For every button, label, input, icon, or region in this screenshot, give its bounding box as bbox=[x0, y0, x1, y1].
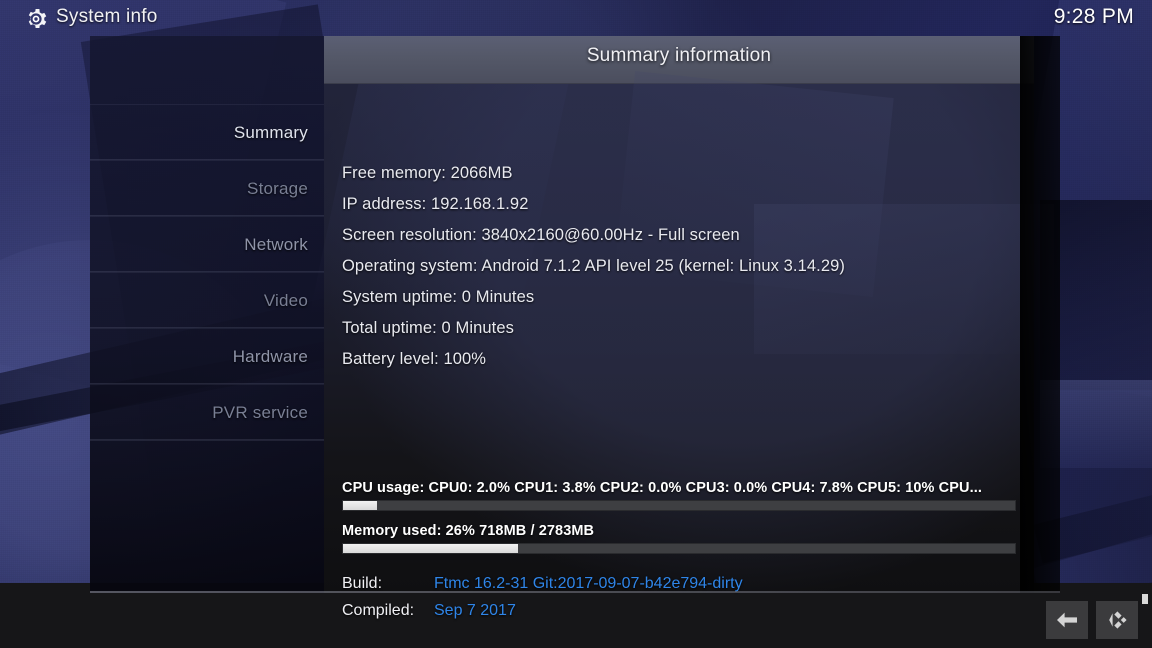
scroll-caret-icon bbox=[1142, 594, 1148, 604]
summary-info-list: Free memory: 2066MB IP address: 192.168.… bbox=[342, 158, 845, 375]
top-bar: System info 9:28 PM bbox=[0, 0, 1152, 38]
sidebar-item-pvr-service[interactable]: PVR service bbox=[90, 384, 324, 440]
content-panel: Summary information Free memory: 2066MB … bbox=[309, 36, 1054, 619]
info-line-free-memory: Free memory: 2066MB bbox=[342, 164, 513, 182]
content-body: Free memory: 2066MB IP address: 192.168.… bbox=[309, 70, 1054, 619]
info-line-battery-level: Battery level: 100% bbox=[342, 350, 487, 368]
memory-used-label: Memory used: 26% 718MB / 2783MB bbox=[342, 523, 595, 539]
info-line-total-uptime: Total uptime: 0 Minutes bbox=[342, 319, 514, 337]
compiled-row: Compiled: Sep 7 2017 bbox=[342, 597, 743, 624]
content-header-title: Summary information bbox=[586, 45, 772, 66]
navigation-buttons bbox=[1046, 601, 1138, 639]
screen: System info 9:28 PM Summary Storage Netw… bbox=[0, 0, 1152, 648]
sidebar-top-spacer bbox=[90, 36, 324, 104]
cpu-usage-bar-fill bbox=[343, 501, 377, 510]
compiled-value: Sep 7 2017 bbox=[434, 602, 516, 619]
sidebar-item-label: PVR service bbox=[212, 403, 308, 422]
resource-meters: CPU usage: CPU0: 2.0% CPU1: 3.8% CPU2: 0… bbox=[342, 480, 1016, 554]
page-title: System info bbox=[56, 6, 158, 27]
info-line-screen-resolution: Screen resolution: 3840x2160@60.00Hz - F… bbox=[342, 226, 740, 244]
info-line-system-uptime: System uptime: 0 Minutes bbox=[342, 288, 535, 306]
home-button[interactable] bbox=[1096, 601, 1138, 639]
sidebar-item-network[interactable]: Network bbox=[90, 216, 324, 272]
sidebar-item-storage[interactable]: Storage bbox=[90, 160, 324, 216]
sidebar-item-label: Storage bbox=[247, 179, 308, 198]
system-info-dialog: Summary Storage Network Video Hardware P… bbox=[90, 36, 1060, 619]
sidebar-item-summary[interactable]: Summary bbox=[90, 104, 324, 160]
sidebar-item-label: Summary bbox=[233, 123, 308, 142]
cpu-usage-label: CPU usage: CPU0: 2.0% CPU1: 3.8% CPU2: 0… bbox=[342, 480, 982, 496]
memory-used-bar bbox=[342, 543, 1016, 554]
gear-icon bbox=[24, 7, 48, 31]
category-sidebar: Summary Storage Network Video Hardware P… bbox=[90, 36, 324, 593]
info-line-operating-system: Operating system: Android 7.1.2 API leve… bbox=[342, 257, 845, 275]
back-button[interactable] bbox=[1046, 601, 1088, 639]
build-value: Ftmc 16.2-31 Git:2017-09-07-b42e794-dirt… bbox=[434, 575, 743, 592]
kodi-logo-icon bbox=[1109, 611, 1127, 629]
cpu-usage-bar bbox=[342, 500, 1016, 511]
sidebar-item-label: Network bbox=[244, 235, 308, 254]
sidebar-bottom-spacer bbox=[90, 440, 324, 560]
compiled-label: Compiled: bbox=[342, 602, 415, 619]
dialog-edge-shadow bbox=[1020, 36, 1060, 593]
back-arrow-icon bbox=[1057, 612, 1077, 628]
info-line-ip-address: IP address: 192.168.1.92 bbox=[342, 195, 529, 213]
sidebar-item-video[interactable]: Video bbox=[90, 272, 324, 328]
sidebar-item-hardware[interactable]: Hardware bbox=[90, 328, 324, 384]
clock: 9:28 PM bbox=[1053, 5, 1134, 28]
build-info: Build: Ftmc 16.2-31 Git:2017-09-07-b42e79… bbox=[342, 570, 743, 624]
sidebar-item-label: Hardware bbox=[232, 347, 308, 366]
meter-gap bbox=[342, 511, 1016, 523]
memory-used-bar-fill bbox=[343, 544, 518, 553]
sidebar-item-label: Video bbox=[263, 291, 308, 310]
dialog-bottom-border bbox=[90, 591, 1060, 593]
